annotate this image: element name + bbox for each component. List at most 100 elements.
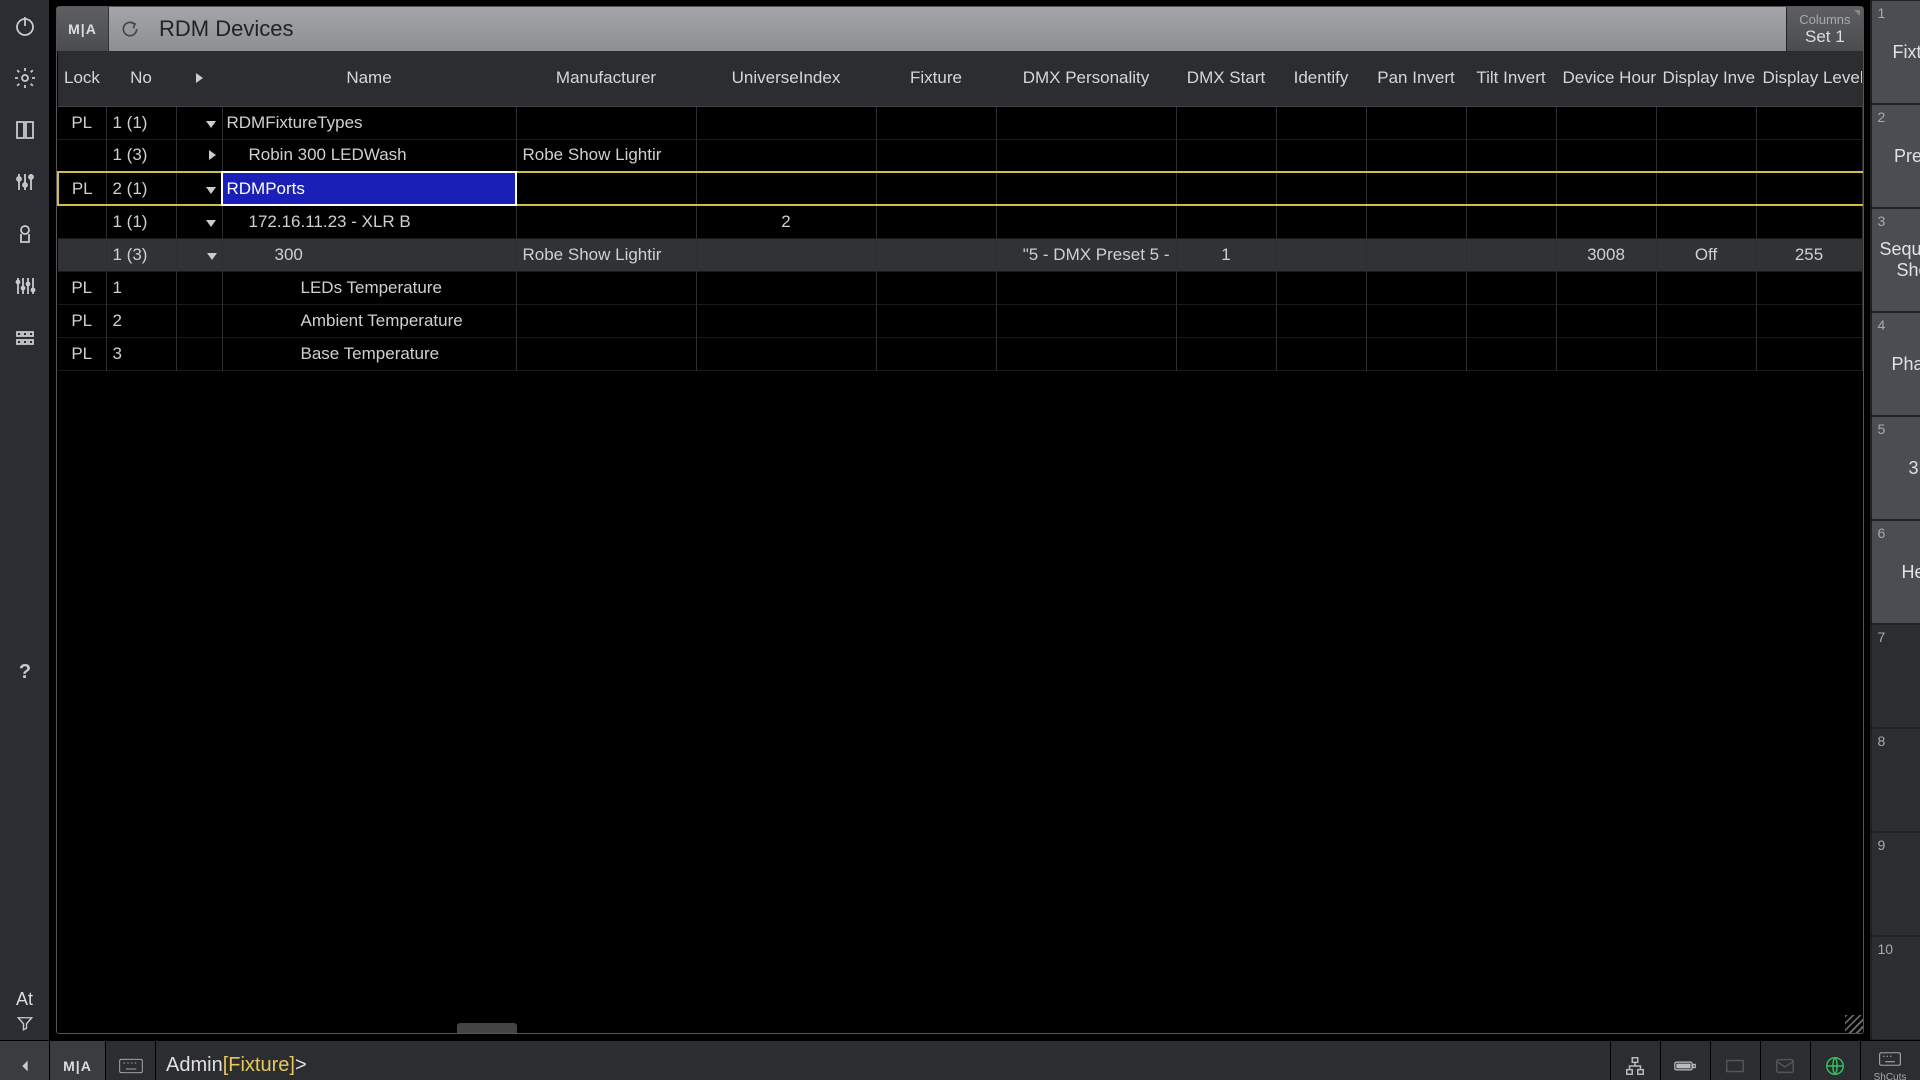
cell-hours[interactable] (1556, 337, 1656, 370)
cell-start[interactable] (1176, 106, 1276, 139)
cell-universe[interactable] (696, 106, 876, 139)
book-icon[interactable] (0, 104, 50, 156)
cell-pan[interactable] (1366, 304, 1466, 337)
command-input[interactable]: Admin[Fixture]> (156, 1041, 1610, 1080)
cell-dlvl[interactable] (1756, 106, 1862, 139)
timecode-icon[interactable] (1710, 1041, 1760, 1080)
cell-identify[interactable] (1276, 271, 1366, 304)
cell-no[interactable]: 1 (1) (106, 106, 176, 139)
table-row[interactable]: 1 (3)300Robe Show Lightir"5 - DMX Preset… (58, 238, 1862, 271)
view-slot-9[interactable]: 9 (1871, 832, 1920, 936)
cell-personality[interactable] (996, 139, 1176, 172)
table-row[interactable]: 1 (3)Robin 300 LEDWashRobe Show Lightir (58, 139, 1862, 172)
table-row[interactable]: PL1 (1) RDMFixtureTypes (58, 106, 1862, 139)
cell-hours[interactable] (1556, 106, 1656, 139)
table-row[interactable]: PL3Base Temperature (58, 337, 1862, 370)
cell-tilt[interactable] (1466, 304, 1556, 337)
col-dinv[interactable]: Display Invert (1656, 51, 1756, 106)
cell-hours[interactable]: 3008 (1556, 238, 1656, 271)
cell-identify[interactable] (1276, 238, 1366, 271)
refresh-icon[interactable] (109, 7, 151, 51)
col-start[interactable]: DMX Start (1176, 51, 1276, 106)
cell-universe[interactable] (696, 139, 876, 172)
cell-universe[interactable] (696, 337, 876, 370)
cell-identify[interactable] (1276, 106, 1366, 139)
view-slot-10[interactable]: 10 (1871, 936, 1920, 1040)
grid-icon[interactable] (0, 312, 50, 364)
view-slot-3[interactable]: 3Sequence Sheet (1871, 208, 1920, 312)
cell-expander[interactable] (176, 271, 222, 304)
col-hours[interactable]: Device Hours (1556, 51, 1656, 106)
cell-pan[interactable] (1366, 271, 1466, 304)
cell-manufacturer[interactable] (516, 271, 696, 304)
cell-universe[interactable]: 2 (696, 205, 876, 238)
cell-fixture[interactable] (876, 304, 996, 337)
cell-expander[interactable] (176, 172, 222, 205)
col-universe[interactable]: UniverseIndex (696, 51, 876, 106)
cell-start[interactable] (1176, 172, 1276, 205)
cell-identify[interactable] (1276, 139, 1366, 172)
cell-pan[interactable] (1366, 238, 1466, 271)
cell-fixture[interactable] (876, 172, 996, 205)
cell-manufacturer[interactable] (516, 337, 696, 370)
columns-button[interactable]: Columns Set 1 (1786, 7, 1862, 51)
cell-name[interactable]: 300 (222, 238, 516, 271)
cell-expander[interactable] (176, 238, 222, 271)
cell-personality[interactable] (996, 304, 1176, 337)
cell-start[interactable]: 1 (1176, 238, 1276, 271)
shortcuts-button[interactable]: ShCuts (1860, 1041, 1920, 1080)
cell-fixture[interactable] (876, 271, 996, 304)
cell-dlvl[interactable] (1756, 337, 1862, 370)
cell-universe[interactable] (696, 304, 876, 337)
cell-pan[interactable] (1366, 337, 1466, 370)
cell-lock[interactable]: PL (58, 106, 106, 139)
cell-fixture[interactable] (876, 139, 996, 172)
cell-pan[interactable] (1366, 139, 1466, 172)
cell-hours[interactable] (1556, 172, 1656, 205)
gear-icon[interactable] (0, 52, 50, 104)
cell-manufacturer[interactable] (516, 205, 696, 238)
globe-icon[interactable] (1810, 1041, 1860, 1080)
cell-dinv[interactable] (1656, 139, 1756, 172)
cell-universe[interactable] (696, 238, 876, 271)
cell-lock[interactable] (58, 238, 106, 271)
cell-lock[interactable]: PL (58, 304, 106, 337)
power-icon[interactable] (0, 0, 50, 52)
cell-dlvl[interactable] (1756, 271, 1862, 304)
cell-expander[interactable] (176, 304, 222, 337)
cell-tilt[interactable] (1466, 172, 1556, 205)
cell-hours[interactable] (1556, 205, 1656, 238)
cell-fixture[interactable] (876, 337, 996, 370)
cell-lock[interactable] (58, 139, 106, 172)
cell-name[interactable]: RDMPorts (222, 172, 516, 205)
cell-pan[interactable] (1366, 172, 1466, 205)
sliders-icon[interactable] (0, 156, 50, 208)
cell-start[interactable] (1176, 337, 1276, 370)
cell-no[interactable]: 1 (3) (106, 238, 176, 271)
cell-tilt[interactable] (1466, 106, 1556, 139)
view-slot-7[interactable]: 7 (1871, 624, 1920, 728)
table-row[interactable]: PL1LEDs Temperature (58, 271, 1862, 304)
cell-no[interactable]: 2 (1) (106, 172, 176, 205)
view-slot-5[interactable]: 53D (1871, 416, 1920, 520)
cell-tilt[interactable] (1466, 337, 1556, 370)
table-row[interactable]: 1 (1)172.16.11.23 - XLR B2 (58, 205, 1862, 238)
col-tilt[interactable]: Tilt Invert (1466, 51, 1556, 106)
col-identify[interactable]: Identify (1276, 51, 1366, 106)
cell-name[interactable]: Robin 300 LEDWash (222, 139, 516, 172)
view-slot-1[interactable]: 1Fixture (1871, 0, 1920, 104)
cell-start[interactable] (1176, 271, 1276, 304)
cell-dinv[interactable] (1656, 304, 1756, 337)
cell-pan[interactable] (1366, 106, 1466, 139)
sliders2-icon[interactable] (0, 260, 50, 312)
cell-dinv[interactable] (1656, 172, 1756, 205)
cell-hours[interactable] (1556, 139, 1656, 172)
cell-tilt[interactable] (1466, 238, 1556, 271)
cell-name[interactable]: RDMFixtureTypes (222, 106, 516, 139)
view-slot-8[interactable]: 8 (1871, 728, 1920, 832)
cell-dlvl[interactable] (1756, 304, 1862, 337)
cell-personality[interactable] (996, 172, 1176, 205)
col-no[interactable]: No (106, 51, 176, 106)
cell-start[interactable] (1176, 304, 1276, 337)
cell-dlvl[interactable] (1756, 172, 1862, 205)
